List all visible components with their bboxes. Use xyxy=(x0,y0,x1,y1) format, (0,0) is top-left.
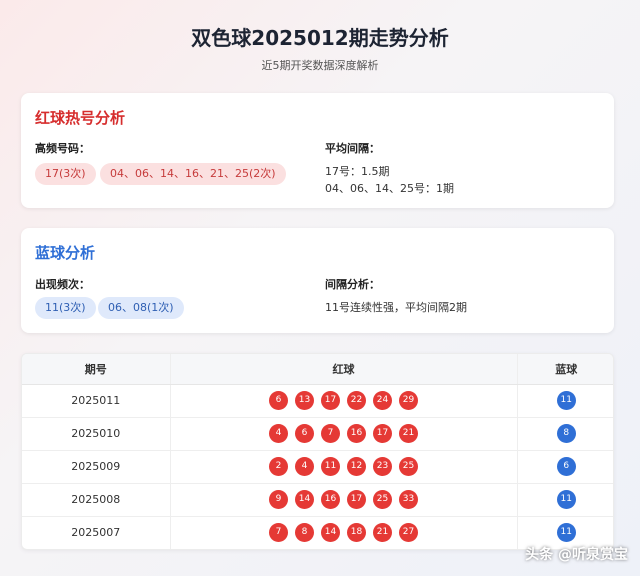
blue-ball-cell: 6 xyxy=(516,450,613,484)
table-row: 2025009 2 4 11 12 23 25 6 xyxy=(22,450,613,484)
red-ball: 14 xyxy=(321,523,340,542)
red-ball: 16 xyxy=(347,424,366,443)
red-ball: 9 xyxy=(269,490,288,509)
watermark: 头条 @听泉赏宝 xyxy=(525,547,628,563)
red-interval-line-2: 04、06、14、25号：1期 xyxy=(325,182,454,195)
red-balls-cell: 9 14 16 17 25 33 xyxy=(169,483,517,517)
red-ball: 21 xyxy=(373,523,392,542)
red-ball: 24 xyxy=(373,391,392,410)
red-ball: 7 xyxy=(269,523,288,542)
issue-cell: 2025010 xyxy=(22,417,170,451)
red-ball: 22 xyxy=(347,391,366,410)
draw-history-table-card: 期号 红球 蓝球 2025011 6 13 17 22 24 29 11 2025010 4 6 7 1… xyxy=(21,353,614,550)
red-card-heading: 红球热号分析 xyxy=(35,109,126,127)
red-interval-label: 平均间隔： xyxy=(325,142,380,155)
blue-ball-cell: 11 xyxy=(516,483,613,517)
page-subtitle: 近5期开奖数据深度解析 xyxy=(261,59,379,72)
red-ball: 17 xyxy=(373,424,392,443)
red-ball: 21 xyxy=(399,424,418,443)
red-ball-group: 2 4 11 12 23 25 xyxy=(171,457,517,476)
issue-cell: 2025008 xyxy=(22,483,170,517)
blue-interval-label: 间隔分析： xyxy=(325,278,380,291)
issue-cell: 2025007 xyxy=(22,516,170,549)
red-ball: 25 xyxy=(399,457,418,476)
red-ball: 11 xyxy=(321,457,340,476)
red-ball-group: 7 8 14 18 21 27 xyxy=(171,523,517,542)
red-ball: 12 xyxy=(347,457,366,476)
red-ball: 6 xyxy=(295,424,314,443)
red-balls-cell: 2 4 11 12 23 25 xyxy=(169,450,517,484)
red-balls-cell: 4 6 7 16 17 21 xyxy=(169,417,517,451)
header-red: 红球 xyxy=(169,354,517,385)
red-ball: 6 xyxy=(269,391,288,410)
red-ball: 14 xyxy=(295,490,314,509)
red-freq-label: 高频号码： xyxy=(35,142,90,155)
table-header-row: 期号 红球 蓝球 xyxy=(22,354,613,385)
red-interval-line-1: 17号：1.5期 xyxy=(325,165,390,178)
red-ball-group: 4 6 7 16 17 21 xyxy=(171,424,517,443)
red-ball: 16 xyxy=(321,490,340,509)
red-ball: 23 xyxy=(373,457,392,476)
red-hot-pill-1: 17(3次) xyxy=(35,163,96,185)
issue-cell: 2025011 xyxy=(22,384,170,418)
red-ball: 18 xyxy=(347,523,366,542)
red-ball-group: 6 13 17 22 24 29 xyxy=(171,391,517,410)
red-ball: 25 xyxy=(373,490,392,509)
blue-pill-1: 11(3次) xyxy=(35,297,96,319)
red-ball: 7 xyxy=(321,424,340,443)
header-issue: 期号 xyxy=(22,354,170,385)
red-ball: 2 xyxy=(269,457,288,476)
issue-cell: 2025009 xyxy=(22,450,170,484)
blue-ball: 8 xyxy=(556,424,576,443)
red-ball: 17 xyxy=(321,391,340,410)
red-ball: 33 xyxy=(399,490,418,509)
red-ball: 4 xyxy=(269,424,288,443)
red-balls-cell: 7 8 14 18 21 27 xyxy=(169,516,517,549)
blue-ball: 11 xyxy=(556,523,576,542)
red-hot-pill-2: 04、06、14、16、21、25(2次) xyxy=(100,163,286,185)
red-ball-group: 9 14 16 17 25 33 xyxy=(171,490,517,509)
red-ball-analysis-card: 红球热号分析 高频号码： 17(3次) 04、06、14、16、21、25(2次… xyxy=(21,93,614,208)
blue-interval-line-1: 11号连续性强，平均间隔2期 xyxy=(325,301,467,314)
table-row: 2025010 4 6 7 16 17 21 8 xyxy=(22,417,613,451)
header-blue: 蓝球 xyxy=(516,354,613,385)
blue-pill-2: 06、08(1次) xyxy=(98,297,184,319)
red-ball: 13 xyxy=(295,391,314,410)
blue-ball-cell: 8 xyxy=(516,417,613,451)
blue-card-heading: 蓝球分析 xyxy=(35,244,96,262)
red-ball: 29 xyxy=(399,391,418,410)
red-ball: 4 xyxy=(295,457,314,476)
blue-ball: 6 xyxy=(556,457,576,476)
red-ball: 17 xyxy=(347,490,366,509)
red-ball: 27 xyxy=(399,523,418,542)
table-row: 2025011 6 13 17 22 24 29 11 xyxy=(22,384,613,418)
blue-ball-analysis-card: 蓝球分析 出现频次： 11(3次) 06、08(1次) 间隔分析： 11号连续性… xyxy=(21,228,614,333)
blue-freq-label: 出现频次： xyxy=(35,278,90,291)
table-row: 2025008 9 14 16 17 25 33 11 xyxy=(22,483,613,517)
draw-history-table: 期号 红球 蓝球 2025011 6 13 17 22 24 29 11 2025010 4 6 7 1… xyxy=(22,354,613,549)
blue-ball: 11 xyxy=(556,391,576,410)
blue-ball-cell: 11 xyxy=(516,384,613,418)
red-ball: 8 xyxy=(295,523,314,542)
red-balls-cell: 6 13 17 22 24 29 xyxy=(169,384,517,418)
blue-ball: 11 xyxy=(556,490,576,509)
page-title: 双色球2025012期走势分析 xyxy=(191,26,449,50)
